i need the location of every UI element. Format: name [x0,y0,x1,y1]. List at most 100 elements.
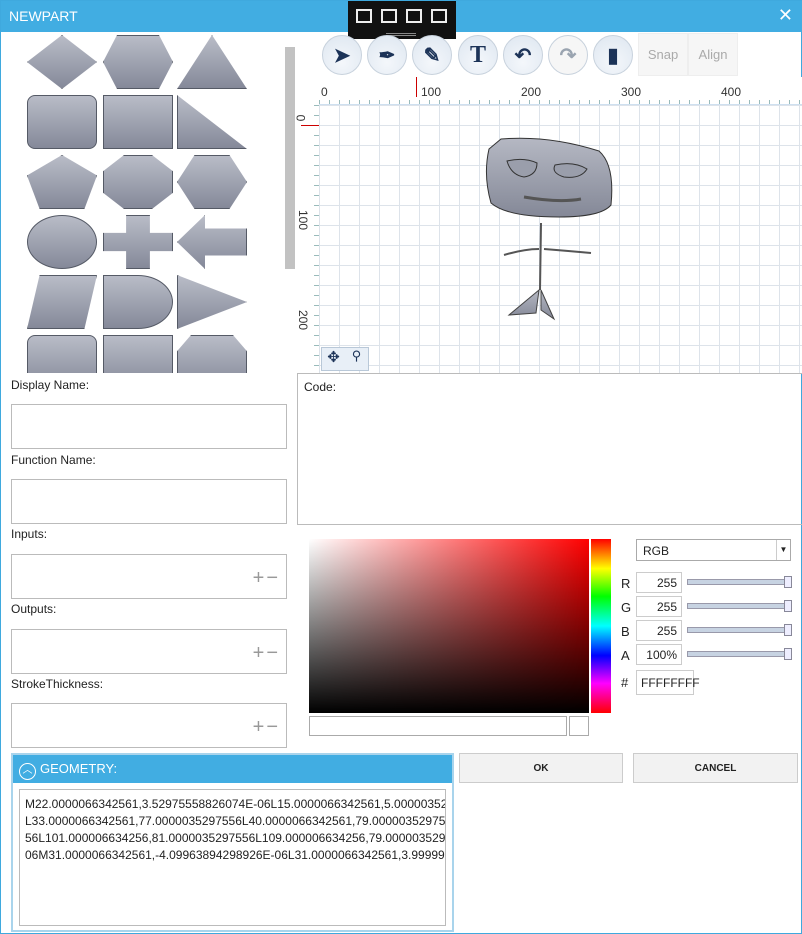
shape-pentagon[interactable] [27,155,97,209]
stroke-thickness-list[interactable]: +− [11,703,287,748]
function-name-input[interactable] [11,479,287,524]
hex-input[interactable]: FFFFFFFF [636,670,700,695]
align-button[interactable]: Align [688,33,738,76]
blue-slider[interactable] [687,624,792,636]
geometry-textarea[interactable]: M22.0000066342561,3.52975558826074E-06L1… [19,789,446,926]
shape-ellipse[interactable] [27,215,97,269]
shape-cross[interactable] [103,215,173,269]
pointer-icon: ➤ [333,44,351,67]
outputs-list[interactable]: +− [11,629,287,674]
shape-header-box[interactable] [103,335,173,373]
alpha-label: A [621,648,630,663]
alpha-slider[interactable] [687,648,792,660]
blue-label: B [621,624,630,639]
arms [503,248,592,256]
shape-delay[interactable] [103,275,173,329]
hue-slider[interactable] [591,539,611,713]
zoom-icon[interactable]: ⚲ [345,348,368,370]
alpha-input[interactable]: 100% [636,644,682,665]
slider-thumb[interactable] [784,576,792,588]
capture-toolbar [348,1,456,39]
display-name-input[interactable] [11,404,287,449]
color-mode-select[interactable]: RGB ▼ [636,539,791,561]
pan-icon[interactable]: ✥ [322,348,345,370]
shape-tab[interactable] [27,335,97,373]
fullscreen-icon[interactable] [406,9,422,23]
ruler-label: 200 [521,85,542,99]
close-icon[interactable]: ✕ [778,5,793,26]
shape-hexagon-2[interactable] [177,155,247,209]
inputs-label: Inputs: [11,527,48,541]
shape-triangle[interactable] [177,35,247,89]
saturation-value-picker[interactable] [309,539,589,713]
pen-tool-button[interactable]: ✒ [367,35,407,75]
text-tool-button[interactable]: T [458,35,498,75]
pencil-icon: ✎ [423,44,441,67]
cancel-button[interactable]: CANCEL [633,753,798,783]
ruler-label: 0 [293,114,308,122]
pointer-tool-button[interactable]: ➤ [322,35,362,75]
add-stroke-button[interactable]: + [253,716,267,738]
palette-scroll-thumb[interactable] [285,47,295,269]
ok-button[interactable]: OK [459,753,623,783]
code-editor[interactable]: Code: [297,373,802,525]
drawing-canvas[interactable]: ✥ ⚲ [319,105,802,373]
function-name-label: Function Name: [11,453,96,467]
red-label: R [621,576,631,591]
display-name-label: Display Name: [11,378,90,392]
shape-display[interactable] [177,335,247,373]
new-document-button[interactable]: ▮ [593,35,633,75]
shape-palette [21,31,281,373]
redo-icon: ↷ [559,44,577,67]
remove-output-button[interactable]: − [266,642,280,664]
green-input[interactable]: 255 [636,596,682,617]
remove-input-button[interactable]: − [266,567,280,589]
pencil-tool-button[interactable]: ✎ [412,35,452,75]
geometry-header[interactable]: ︿ GEOMETRY: [13,755,452,783]
shape-rectangle[interactable] [103,95,173,149]
shape-diamond[interactable] [27,35,97,89]
color-mode-value: RGB [643,544,670,558]
shape-parallelogram[interactable] [27,275,97,329]
slider-thumb[interactable] [784,648,792,660]
geometry-panel: ︿ GEOMETRY: M22.0000066342561,3.529755588… [11,753,454,932]
green-label: G [621,600,632,615]
window-title: NEWPART [9,8,78,24]
inputs-list[interactable]: +− [11,554,287,599]
select-region-icon[interactable] [431,9,447,23]
redo-button[interactable]: ↷ [548,35,588,75]
slider-thumb[interactable] [784,600,792,612]
shape-rounded-rectangle[interactable] [27,95,97,149]
add-input-button[interactable]: + [253,567,267,589]
legs [507,288,556,321]
ruler-label: 200 [296,309,311,331]
vertical-ruler: 0 100 200 [293,105,319,373]
shape-right-triangle[interactable] [177,95,247,149]
ruler-label: 0 [321,85,328,99]
shape-octagon[interactable] [103,155,173,209]
settings-window-icon[interactable] [356,9,372,23]
collapse-chevron-icon[interactable]: ︿ [19,763,36,780]
hex-label: # [621,675,629,690]
red-slider[interactable] [687,576,792,588]
snap-button[interactable]: Snap [638,33,688,76]
add-output-button[interactable]: + [253,642,267,664]
body [539,222,542,291]
slider-thumb[interactable] [784,624,792,636]
shape-arrow-left[interactable] [177,215,247,269]
ruler-label: 100 [421,85,442,99]
shape-triangle-right[interactable] [177,275,247,329]
head-shape [485,137,613,218]
shape-hexagon[interactable] [103,35,173,89]
pen-icon: ✒ [378,44,396,67]
ruler-label: 400 [721,85,742,99]
select-window-icon[interactable] [381,9,397,23]
remove-stroke-button[interactable]: − [266,716,280,738]
code-label: Code: [304,380,337,394]
red-input[interactable]: 255 [636,572,682,593]
color-preview-bar [309,716,567,736]
blue-input[interactable]: 255 [636,620,682,641]
canvas-nav-controls: ✥ ⚲ [321,347,369,371]
green-slider[interactable] [687,600,792,612]
undo-button[interactable]: ↶ [503,35,543,75]
